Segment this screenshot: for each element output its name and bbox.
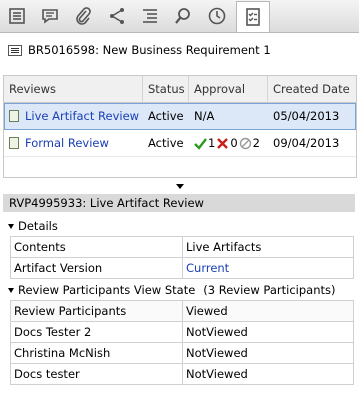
review-created-date: 09/04/2013: [273, 136, 340, 150]
review-approval: N/A: [194, 109, 215, 123]
column-approval[interactable]: Approval: [189, 76, 268, 102]
table-row: Christina McNish NotViewed: [10, 342, 354, 364]
table-row: Contents Live Artifacts: [10, 236, 354, 258]
table-row: Docs tester NotViewed: [10, 363, 354, 385]
comment-icon[interactable]: [36, 3, 64, 29]
triangle-down-icon: [8, 287, 14, 293]
property-value: Live Artifacts: [182, 236, 354, 258]
abstained-count: 2: [252, 136, 260, 150]
column-created-date[interactable]: Created Date: [268, 76, 356, 102]
triangle-down-icon: [8, 223, 14, 229]
approved-count: 1: [208, 136, 216, 150]
participants-section-label: Review Participants View State: [18, 283, 196, 297]
participant-state: NotViewed: [182, 342, 354, 364]
requirement-icon: [8, 44, 22, 56]
column-reviews[interactable]: Reviews: [4, 76, 143, 102]
toolbar: [0, 0, 359, 33]
search-icon[interactable]: [169, 3, 197, 29]
grid-empty-area: [4, 157, 356, 177]
participant-name: Docs Tester 2: [10, 321, 183, 343]
reviews-grid: Reviews Status Approval Created Date Liv…: [3, 75, 357, 178]
participants-section-toggle[interactable]: Review Participants View State (3 Review…: [8, 282, 335, 298]
table-row: Docs Tester 2 NotViewed: [10, 321, 354, 343]
details-section-toggle[interactable]: Details: [8, 218, 58, 234]
property-key: Contents: [10, 236, 183, 258]
requirement-title: BR5016598: New Business Requirement 1: [28, 43, 271, 57]
column-viewed: Viewed: [182, 300, 354, 322]
details-table: Contents Live Artifacts Artifact Version…: [10, 236, 354, 279]
share-icon[interactable]: [103, 3, 131, 29]
participant-state: NotViewed: [182, 363, 354, 385]
review-link[interactable]: Formal Review: [25, 136, 109, 150]
paperclip-icon[interactable]: [69, 3, 97, 29]
reviews-grid-header: Reviews Status Approval Created Date: [4, 76, 356, 103]
details-section-label: Details: [18, 219, 58, 233]
checklist-icon[interactable]: [236, 1, 270, 32]
property-key: Artifact Version: [10, 257, 183, 279]
review-icon: [9, 137, 19, 149]
table-row: Artifact Version Current: [10, 257, 354, 279]
participants-count: (3 Review Participants): [203, 283, 336, 297]
review-link[interactable]: Live Artifact Review: [25, 109, 139, 123]
collapse-arrow-icon[interactable]: [176, 184, 184, 189]
artifact-version-link[interactable]: Current: [182, 257, 354, 279]
clock-icon[interactable]: [203, 3, 231, 29]
column-review-participants: Review Participants: [10, 300, 183, 322]
column-status[interactable]: Status: [143, 76, 189, 102]
check-icon: [194, 137, 207, 150]
outline-list-icon[interactable]: [136, 3, 164, 29]
reject-icon: [217, 137, 229, 149]
requirement-header: BR5016598: New Business Requirement 1: [8, 40, 271, 60]
review-created-date: 05/04/2013: [273, 109, 340, 123]
table-row[interactable]: Live Artifact Review Active N/A 05/04/20…: [4, 103, 356, 130]
document-list-icon[interactable]: [3, 3, 31, 29]
participant-name: Christina McNish: [10, 342, 183, 364]
abstain-icon: [239, 137, 251, 149]
review-approval-counts: 1 0 2: [189, 130, 268, 156]
participant-name: Docs tester: [10, 363, 183, 385]
review-status: Active: [148, 109, 184, 123]
table-header-row: Review Participants Viewed: [10, 300, 354, 322]
table-row[interactable]: Formal Review Active 1 0 2 09/04/2013: [4, 130, 356, 157]
review-status: Active: [148, 136, 184, 150]
rejected-count: 0: [230, 136, 238, 150]
participant-state: NotViewed: [182, 321, 354, 343]
detail-panel-title: RVP4995933: Live Artifact Review: [3, 194, 355, 212]
review-icon: [9, 110, 19, 122]
participants-table: Review Participants Viewed Docs Tester 2…: [10, 300, 354, 385]
